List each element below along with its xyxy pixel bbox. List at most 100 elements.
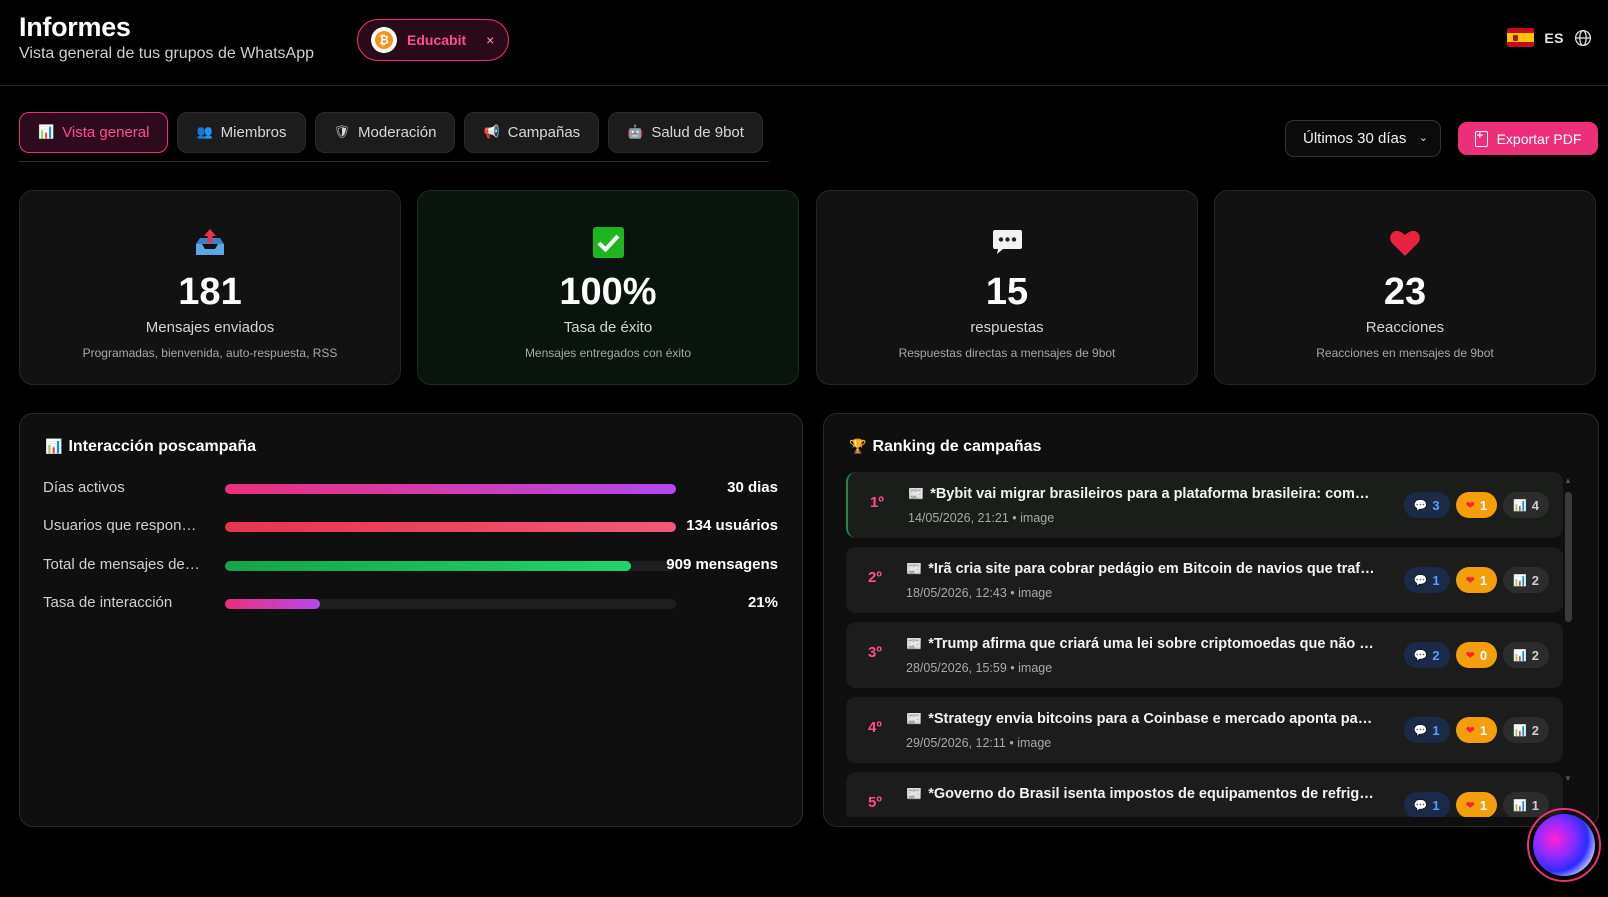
stat-card-success-rate: 100% Tasa de éxito Mensajes entregados c… [417,190,799,385]
campaign-badges: 💬 1 ❤ 1 📊 1 [1403,792,1549,817]
replies-badge: 💬 2 [1403,642,1450,668]
bitcoin-icon: ₿ [375,31,393,49]
stat-label: Reacciones [1365,319,1445,336]
metric-fill [225,522,676,532]
stats-badge: 📊 2 [1503,642,1549,668]
ranking-list[interactable]: 1º 📰 *Bybit vai migrar brasileiros para a… [846,472,1563,817]
tab-bot-health[interactable]: 🤖 Salud de 9bot [608,112,763,153]
metric-label: Tasa de interacción [43,594,173,611]
rank-position: 1º [870,494,884,511]
reactions-count: 0 [1479,647,1488,663]
ranking-item[interactable]: 3º 📰 *Trump afirma que criará uma lei sob… [846,622,1563,688]
ranking-item[interactable]: 5º 📰 *Governo do Brasil isenta impostos d… [846,772,1563,817]
campaign-title: 📰 *Irã cria site para cobrar pedágio em B… [906,561,1376,577]
group-avatar: ₿ [371,27,397,53]
ranking-item[interactable]: 2º 📰 *Irã cria site para cobrar pedágio e… [846,547,1563,613]
page-title: Informes [19,12,131,42]
campaign-meta: 28/05/2026, 15:59 • image [906,661,1053,675]
rank-position: 3º [868,644,882,661]
date-range-select[interactable]: Últimos 30 días ⌄ [1285,120,1441,157]
globe-icon[interactable] [1574,29,1592,47]
stats-count: 1 [1531,797,1539,813]
campaign-meta: 18/05/2026, 12:43 • image [906,586,1053,600]
report-tabs: 📊 Vista general 👥 Miembros 🛡 Moderación … [19,112,763,153]
panel-title: 🏆 Ranking de campañas [849,438,1041,456]
file-plus-icon [1474,130,1488,147]
tabs-divider [19,161,769,162]
speech-bubble-icon: 💬 [1413,498,1428,512]
tab-label: Miembros [220,124,287,141]
reactions-badge: ❤ 1 [1455,567,1498,593]
megaphone-icon: 📢 [483,125,500,140]
stat-card-messages-sent: 181 Mensajes enviados Programadas, bienv… [19,190,401,385]
rank-position: 4º [868,719,882,736]
tab-overview[interactable]: 📊 Vista general [19,112,169,153]
tab-members[interactable]: 👥 Miembros [177,112,306,153]
replies-badge: 💬 1 [1403,792,1450,817]
ranking-item[interactable]: 1º 📰 *Bybit vai migrar brasileiros para a… [846,472,1563,538]
close-icon[interactable]: × [486,32,494,48]
assistant-orb-button[interactable] [1527,808,1601,882]
newspaper-icon: 📰 [906,712,923,727]
campaign-type: image [1018,586,1053,600]
orb-icon [1533,814,1595,876]
heart-icon: ❤ [1465,498,1475,512]
metric-value: 21% [747,594,778,611]
metric-row: Días activos 30 dias [43,478,778,498]
campaign-title-text: *Strategy envia bitcoins para a Coinbase… [928,711,1376,727]
campaign-date: 14/05/2026, 21:21 [908,511,1009,525]
bar-chart-icon: 📊 [1513,498,1527,512]
campaign-title-text: *Bybit vai migrar brasileiros para a pla… [930,486,1378,502]
reactions-count: 1 [1479,497,1488,513]
scroll-down-arrow-icon[interactable]: ▼ [1564,774,1572,783]
campaign-badges: 💬 1 ❤ 1 📊 2 [1403,567,1549,593]
metric-row: Tasa de interacción 21% [43,593,778,613]
replies-badge: 💬 1 [1403,567,1450,593]
check-mark-icon [418,226,798,258]
bar-chart-icon: 📊 [1513,798,1527,812]
bar-chart-icon: 📊 [45,439,63,455]
metric-row: Total de mensajes del grupo 909 mensagen… [43,555,778,575]
metric-track [225,484,676,494]
heart-icon: ❤ [1465,573,1475,587]
metric-label: Total de mensajes del grupo [43,556,203,573]
replies-count: 3 [1432,497,1440,513]
stat-description: Respuestas directas a mensajes de 9bot [898,346,1116,360]
bar-chart-icon: 📊 [1513,723,1527,737]
ranking-scrollbar[interactable] [1565,492,1572,622]
stats-badge: 📊 4 [1503,492,1549,518]
campaign-meta: 14/05/2026, 21:21 • image [908,511,1055,525]
chevron-down-icon: ⌄ [1418,131,1428,144]
heart-icon: ❤ [1465,648,1475,662]
date-range-value: Últimos 30 días [1303,130,1407,147]
engagement-panel: 📊 Interacción poscampaña Días activos 30… [19,413,803,827]
stat-label: Mensajes enviados [145,319,275,336]
tab-moderation[interactable]: 🛡 Moderación [314,112,456,153]
campaign-ranking-panel: 🏆 Ranking de campañas 1º 📰 *Bybit vai mig… [823,413,1599,827]
metric-fill [225,561,631,571]
stats-count: 2 [1531,722,1539,738]
metric-fill [225,599,320,609]
tab-campaigns[interactable]: 📢 Campañas [464,112,600,153]
page-subtitle: Vista general de tus grupos de WhatsApp [19,45,314,62]
language-switcher[interactable]: ES [1507,28,1592,47]
reactions-badge: ❤ 1 [1455,492,1498,518]
metric-row: Usuarios que responden 134 usuários [43,516,778,536]
campaign-type: image [1018,661,1053,675]
export-pdf-button[interactable]: Exportar PDF [1458,122,1598,155]
group-filter-chip[interactable]: ₿ Educabit × [357,19,509,61]
ranking-item[interactable]: 4º 📰 *Strategy envia bitcoins para a Coin… [846,697,1563,763]
reactions-badge: ❤ 1 [1455,792,1498,817]
newspaper-icon: 📰 [908,487,925,502]
metric-value: 30 dias [727,479,778,496]
export-pdf-label: Exportar PDF [1496,130,1582,147]
speech-bubble-icon: 💬 [1413,723,1428,737]
campaign-title-text: *Governo do Brasil isenta impostos de eq… [928,786,1376,802]
stats-count: 2 [1531,647,1539,663]
language-code: ES [1544,29,1564,46]
heart-icon: ❤ [1465,798,1475,812]
heart-icon [1215,226,1595,258]
replies-badge: 💬 1 [1403,717,1450,743]
scroll-up-arrow-icon[interactable]: ▲ [1564,476,1572,485]
campaign-type: image [1020,511,1055,525]
